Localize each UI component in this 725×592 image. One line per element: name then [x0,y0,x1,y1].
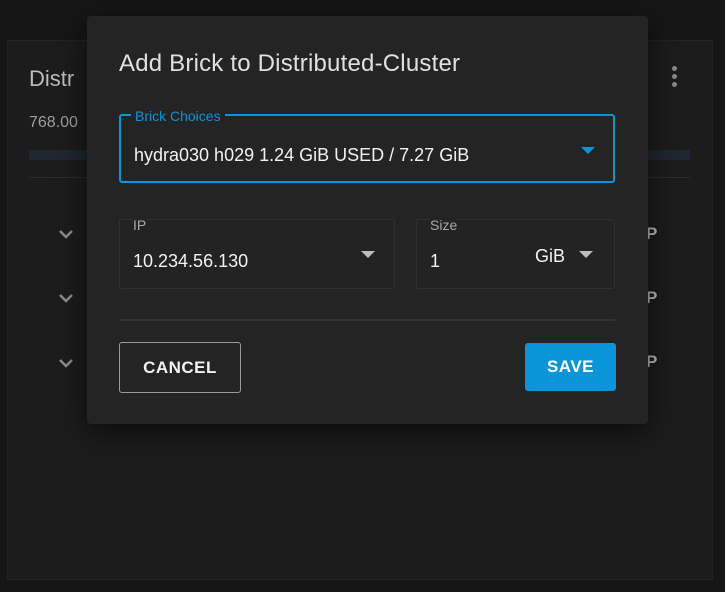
background-card-title: Distr [29,66,75,91]
brick-choices-label: Brick Choices [131,108,225,124]
dropdown-caret-icon [361,251,375,258]
dialog-title: Add Brick to Distributed-Cluster [119,50,461,77]
size-input[interactable]: 1 [430,251,440,272]
ip-value: 10.234.56.130 [133,251,249,271]
chevron-down-icon[interactable] [56,224,76,244]
chevron-down-icon[interactable] [56,353,76,373]
ip-select[interactable]: IP 10.234.56.130 [119,217,395,289]
size-field[interactable]: Size 1 GiB [416,217,615,289]
cancel-button[interactable]: CANCEL [119,342,241,393]
size-label: Size [430,217,458,233]
dialog-divider [119,319,615,321]
chevron-down-icon[interactable] [56,288,76,308]
ip-label: IP [133,217,147,233]
dropdown-caret-icon [579,251,593,258]
size-unit-select[interactable]: GiB [535,246,565,267]
save-button[interactable]: SAVE [525,343,616,391]
dropdown-caret-icon [581,147,595,154]
kebab-menu-icon[interactable] [666,66,682,92]
background-card-subtitle: 768.00 [29,114,78,131]
brick-choices-select[interactable]: Brick Choices hydra030 h029 1.24 GiB USE… [119,108,615,183]
add-brick-dialog: Add Brick to Distributed-Cluster Brick C… [87,16,648,424]
brick-choices-value: hydra030 h029 1.24 GiB USED / 7.27 GiB [134,145,470,165]
